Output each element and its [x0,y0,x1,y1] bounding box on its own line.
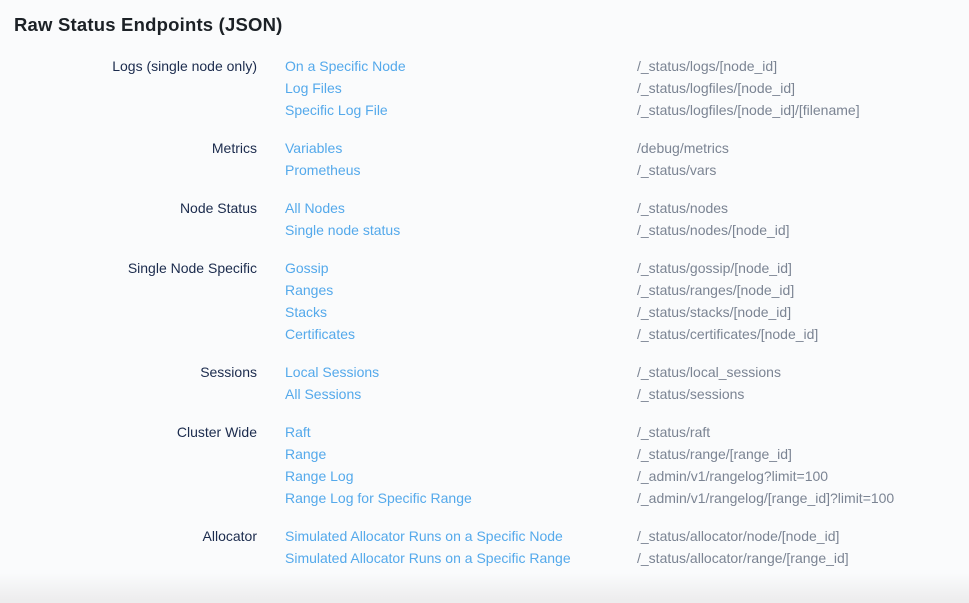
endpoint-link[interactable]: Range Log for Specific Range [285,487,637,509]
endpoint-path: /_status/certificates/[node_id] [637,323,969,345]
endpoint-path: /_status/logfiles/[node_id]/[filename] [637,99,969,121]
endpoint-link[interactable]: Gossip [285,257,637,279]
section-rows: Local Sessions/_status/local_sessionsAll… [257,361,969,405]
endpoint-row: Local Sessions/_status/local_sessions [257,361,969,383]
endpoint-path: /_status/nodes [637,197,969,219]
endpoint-path: /_admin/v1/rangelog/[range_id]?limit=100 [637,487,969,509]
endpoint-row: Range/_status/range/[range_id] [257,443,969,465]
section-rows: Gossip/_status/gossip/[node_id]Ranges/_s… [257,257,969,345]
endpoint-row: All Nodes/_status/nodes [257,197,969,219]
section-label: Single Node Specific [0,257,257,345]
endpoint-link[interactable]: Range [285,443,637,465]
endpoint-row: Single node status/_status/nodes/[node_i… [257,219,969,241]
endpoint-path: /debug/metrics [637,137,969,159]
endpoint-link[interactable]: Single node status [285,219,637,241]
section-label: Metrics [0,137,257,181]
endpoint-link[interactable]: Ranges [285,279,637,301]
endpoint-link[interactable]: Prometheus [285,159,637,181]
endpoint-path: /_status/ranges/[node_id] [637,279,969,301]
endpoint-link[interactable]: Simulated Allocator Runs on a Specific R… [285,547,637,569]
endpoint-path: /_status/raft [637,421,969,443]
endpoint-section: MetricsVariables/debug/metricsPrometheus… [0,137,969,181]
endpoint-link[interactable]: Log Files [285,77,637,99]
endpoint-link[interactable]: Local Sessions [285,361,637,383]
endpoint-section: Node StatusAll Nodes/_status/nodesSingle… [0,197,969,241]
endpoint-path: /_status/local_sessions [637,361,969,383]
endpoint-row: Specific Log File/_status/logfiles/[node… [257,99,969,121]
endpoint-path: /_status/allocator/range/[range_id] [637,547,969,569]
endpoint-link[interactable]: Certificates [285,323,637,345]
endpoint-path: /_status/sessions [637,383,969,405]
endpoint-row: Raft/_status/raft [257,421,969,443]
endpoint-section: Allocator Simulated Allocator Runs on a S… [0,525,969,569]
endpoint-path: /_status/stacks/[node_id] [637,301,969,323]
endpoint-path: /_status/vars [637,159,969,181]
bottom-strip [0,573,969,603]
endpoint-section: SessionsLocal Sessions/_status/local_ses… [0,361,969,405]
endpoint-row: All Sessions/_status/sessions [257,383,969,405]
page-title: Raw Status Endpoints (JSON) [0,0,969,36]
section-rows: Simulated Allocator Runs on a Specific N… [257,525,969,569]
endpoint-link[interactable]: Variables [285,137,637,159]
endpoint-row: Stacks/_status/stacks/[node_id] [257,301,969,323]
endpoint-row: Simulated Allocator Runs on a Specific R… [257,547,969,569]
endpoint-row: Variables/debug/metrics [257,137,969,159]
endpoint-link[interactable]: On a Specific Node [285,55,637,77]
section-label: Logs (single node only) [0,55,257,121]
endpoint-link[interactable]: Simulated Allocator Runs on a Specific N… [285,525,637,547]
section-rows: Variables/debug/metricsPrometheus/_statu… [257,137,969,181]
endpoint-section: Logs (single node only)On a Specific Nod… [0,55,969,121]
endpoint-path: /_status/logfiles/[node_id] [637,77,969,99]
endpoint-row: Range Log for Specific Range/_admin/v1/r… [257,487,969,509]
section-rows: Raft/_status/raftRange/_status/range/[ra… [257,421,969,509]
endpoint-row: Gossip/_status/gossip/[node_id] [257,257,969,279]
endpoint-link[interactable]: Raft [285,421,637,443]
endpoint-row: Ranges/_status/ranges/[node_id] [257,279,969,301]
endpoint-row: Prometheus/_status/vars [257,159,969,181]
section-label: Allocator [0,525,257,569]
endpoint-link[interactable]: Specific Log File [285,99,637,121]
section-label: Node Status [0,197,257,241]
endpoint-link[interactable]: All Sessions [285,383,637,405]
endpoint-link[interactable]: All Nodes [285,197,637,219]
endpoint-row: Simulated Allocator Runs on a Specific N… [257,525,969,547]
section-rows: All Nodes/_status/nodesSingle node statu… [257,197,969,241]
endpoint-row: Certificates/_status/certificates/[node_… [257,323,969,345]
endpoint-path: /_status/nodes/[node_id] [637,219,969,241]
section-rows: On a Specific Node/_status/logs/[node_id… [257,55,969,121]
endpoint-row: On a Specific Node/_status/logs/[node_id… [257,55,969,77]
debug-endpoints-page: Raw Status Endpoints (JSON) Logs (single… [0,0,969,603]
endpoint-section: Cluster WideRaft/_status/raftRange/_stat… [0,421,969,509]
endpoint-path: /_admin/v1/rangelog?limit=100 [637,465,969,487]
section-label: Cluster Wide [0,421,257,509]
endpoint-path: /_status/gossip/[node_id] [637,257,969,279]
endpoint-section: Single Node SpecificGossip/_status/gossi… [0,257,969,345]
endpoint-row: Range Log/_admin/v1/rangelog?limit=100 [257,465,969,487]
endpoint-link[interactable]: Stacks [285,301,637,323]
section-label: Sessions [0,361,257,405]
endpoints-list: Logs (single node only)On a Specific Nod… [0,55,969,569]
endpoint-path: /_status/allocator/node/[node_id] [637,525,969,547]
endpoint-link[interactable]: Range Log [285,465,637,487]
endpoint-path: /_status/range/[range_id] [637,443,969,465]
endpoint-row: Log Files/_status/logfiles/[node_id] [257,77,969,99]
endpoint-path: /_status/logs/[node_id] [637,55,969,77]
